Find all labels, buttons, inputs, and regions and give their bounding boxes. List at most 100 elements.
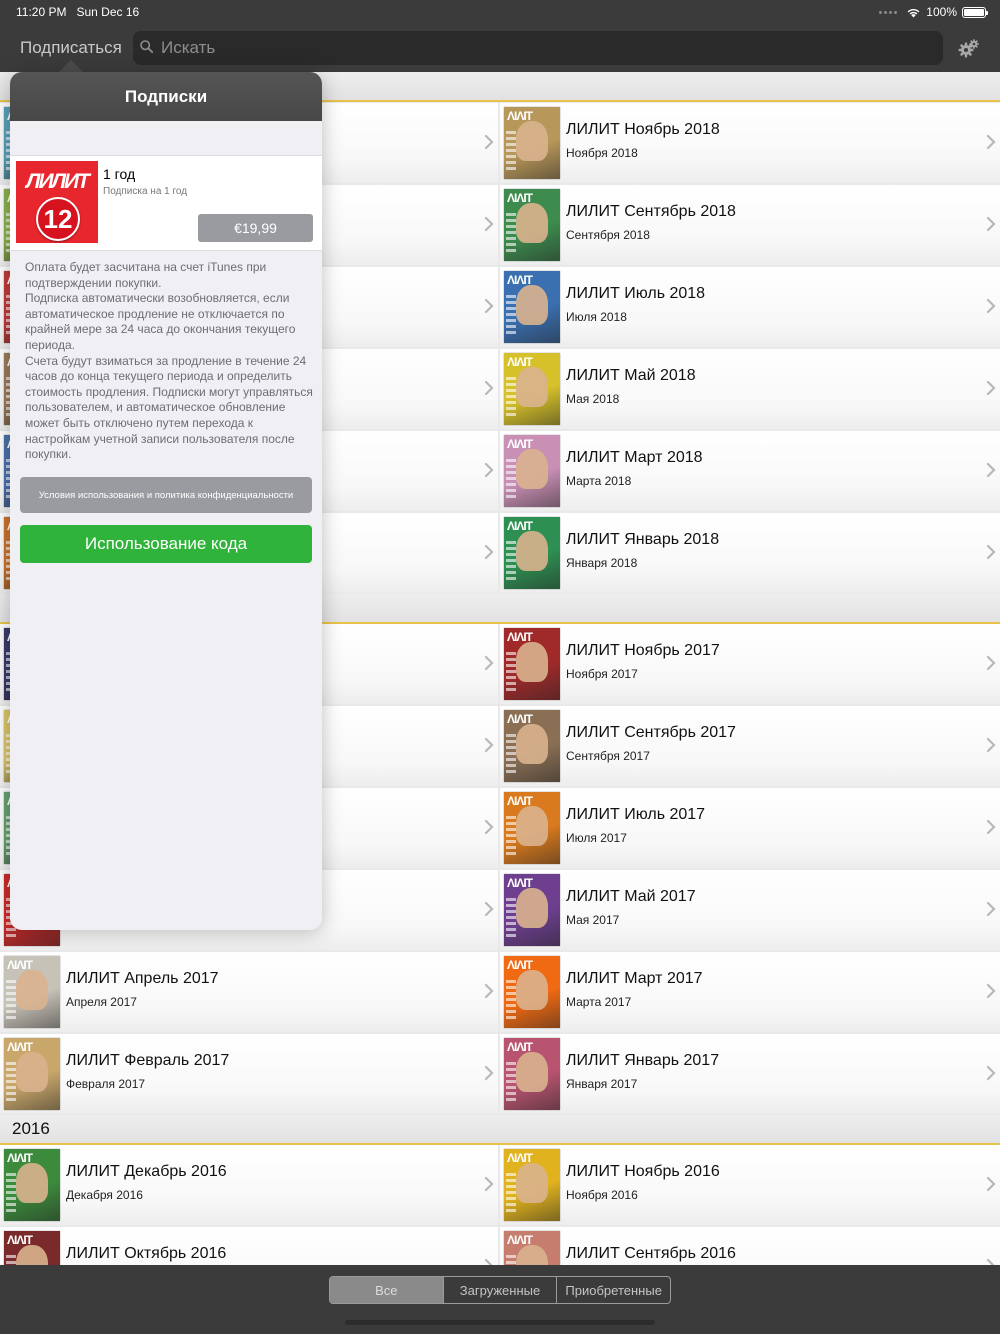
chevron-right-icon [986,380,996,396]
issue-subtitle: Мая 2018 [566,392,620,406]
issue-row[interactable]: ΛΙΛΙΤ ЛИЛИТ Январь 2017 Января 2017 [500,1034,1000,1114]
chevron-right-icon [484,819,494,835]
product-logo: ЛИЛИТ 12 [16,161,98,243]
issue-row[interactable]: ΛΙΛΙΤ ЛИЛИТ Сентябрь 2018 Сентября 2018 [500,185,1000,265]
chevron-right-icon [986,1258,995,1265]
issue-subtitle: Ноября 2018 [566,146,638,160]
issue-title: ЛИЛИТ Январь 2018 [566,531,720,548]
magazine-cover: ΛΙΛΙΤ [504,1038,560,1110]
battery-percent: 100% [926,5,957,19]
issue-row[interactable]: ΛΙΛΙΤ ЛИЛИТ Ноябрь 2018 Ноября 2018 [500,103,1000,183]
filter-tab[interactable]: Загруженные [442,1277,557,1303]
issue-subtitle: Сентября 2018 [566,228,650,242]
search-bar[interactable] [133,31,943,65]
issue-subtitle: Января 2017 [566,1077,638,1091]
magazine-cover: ΛΙΛΙΤ [504,271,560,343]
cellular-signal-icon [879,10,898,14]
bottom-toolbar: Все Загруженные Приобретенные [0,1265,1000,1334]
issue-subtitle: Июля 2018 [566,310,627,324]
issue-subtitle: Марта 2018 [566,474,632,488]
filter-tab[interactable]: Приобретенные [556,1277,670,1303]
filter-tab[interactable]: Все [330,1277,443,1303]
search-input[interactable] [161,31,931,65]
issue-row[interactable]: ΛΙΛΙΤ ЛИЛИТ Февраль 2017 Февраля 2017 [0,1034,498,1114]
magazine-cover: ΛΙΛΙΤ [504,189,560,261]
issue-title: ЛИЛИТ Январь 2017 [566,1052,720,1069]
magazine-cover: ΛΙΛΙΤ [4,1038,60,1110]
app: 11:20 PM Sun Dec 16 100% Подписаться Иск… [0,0,1000,1334]
chevron-right-icon [484,1065,494,1081]
issue-title: ЛИЛИТ Сентябрь 2017 [566,724,736,741]
magazine-cover: ΛΙΛΙΤ [504,792,560,864]
issue-row[interactable]: ΛΙΛΙΤ ЛИЛИТ Апрель 2017 Апреля 2017 [0,952,498,1032]
issue-title: ЛИЛИТ Июль 2018 [566,285,706,302]
issue-title: ЛИЛИТ Февраль 2017 [66,1052,230,1069]
issue-title: ЛИЛИТ Май 2018 [566,367,696,384]
issue-subtitle: Марта 2017 [566,995,632,1009]
issue-row[interactable]: ΛΙΛΙΤ ЛИЛИТ Ноябрь 2016 Ноября 2016 [500,1145,1000,1225]
issue-row[interactable]: ΛΙΛΙΤ ЛИЛИТ Декабрь 2016 Декабря 2016 [0,1145,498,1225]
issue-title: ЛИЛИТ Сентябрь 2018 [566,203,736,220]
issue-row[interactable]: ΛΙΛΙΤ ЛИЛИТ Сентябрь 2017 Сентября 2017 [500,706,1000,786]
issue-row[interactable]: ΛΙΛΙΤ ЛИЛИТ Сентябрь 2016 [500,1227,1000,1265]
magazine-cover: ΛΙΛΙΤ [504,517,560,589]
issue-row[interactable]: ΛΙΛΙΤ ЛИЛИТ Май 2018 Мая 2018 [500,349,1000,429]
price-button[interactable]: €19,99 [198,214,313,242]
status-date: Sun Dec 16 [76,5,140,19]
issue-subtitle: Сентября 2017 [566,749,650,763]
gears-icon[interactable] [958,38,980,60]
subscription-terms-text: Оплата будет засчитана на счет iTunes пр… [25,260,313,462]
issue-row[interactable]: ΛΙΛΙΤ ЛИЛИТ Июль 2017 Июля 2017 [500,788,1000,868]
magazine-cover: ΛΙΛΙΤ [504,107,560,179]
issue-title: ЛИЛИТ Декабрь 2016 [66,1163,227,1180]
issue-title: ЛИЛИТ Ноябрь 2016 [566,1163,720,1180]
chevron-right-icon [484,655,494,671]
chevron-right-icon [986,544,996,560]
magazine-cover: ΛΙΛΙΤ [4,1149,60,1221]
subscription-product-row[interactable]: ЛИЛИТ 12 1 год Подписка на 1 год €19,99 [10,155,322,251]
chevron-right-icon [484,737,494,753]
popover-header: Подписки [10,72,322,121]
chevron-right-icon [484,901,494,917]
redeem-code-button[interactable]: Использование кода [20,525,312,563]
issue-row[interactable]: ΛΙΛΙΤ ЛИЛИТ Март 2018 Марта 2018 [500,431,1000,511]
status-time: 11:20 PM [16,5,67,19]
chevron-right-icon [986,134,996,150]
issue-title: ЛИЛИТ Март 2018 [566,449,703,466]
issue-row[interactable]: ΛΙΛΙΤ ЛИЛИТ Март 2017 Марта 2017 [500,952,1000,1032]
issue-title: ЛИЛИТ Ноябрь 2017 [566,642,720,659]
filter-segmented-control[interactable]: Все Загруженные Приобретенные [329,1276,671,1304]
chevron-right-icon [484,1258,493,1265]
chevron-right-icon [484,983,494,999]
terms-privacy-button[interactable]: Условия использования и политика конфиде… [20,477,312,513]
issue-title: ЛИЛИТ Октябрь 2016 [66,1245,227,1262]
chevron-right-icon [484,298,494,314]
issue-title: ЛИЛИТ Май 2017 [566,888,696,905]
chevron-right-icon [986,737,996,753]
chevron-right-icon [986,1065,996,1081]
magazine-cover: ΛΙΛΙΤ [504,353,560,425]
issue-subtitle: Января 2018 [566,556,638,570]
status-bar: 11:20 PM Sun Dec 16 100% [0,0,1000,24]
chevron-right-icon [986,983,996,999]
issue-subtitle: Ноября 2017 [566,667,638,681]
issue-row[interactable]: ΛΙΛΙΤ ЛИЛИТ Ноябрь 2017 Ноября 2017 [500,624,1000,704]
issue-title: ЛИЛИТ Сентябрь 2016 [566,1245,736,1262]
chevron-right-icon [986,462,996,478]
issue-row[interactable]: ΛΙΛΙΤ ЛИЛИТ Январь 2018 Января 2018 [500,513,1000,593]
magazine-cover: ΛΙΛΙΤ [504,435,560,507]
subscribe-button[interactable]: Подписаться [20,38,122,58]
product-description: Подписка на 1 год [103,186,188,197]
chevron-right-icon [484,216,494,232]
issue-row[interactable]: ΛΙΛΙΤ ЛИЛИТ Июль 2018 Июля 2018 [500,267,1000,347]
issue-title: ЛИЛИТ Март 2017 [566,970,703,987]
product-name: 1 год [103,166,136,182]
chevron-right-icon [484,134,494,150]
chevron-right-icon [986,819,996,835]
chevron-right-icon [986,901,996,917]
issue-row[interactable]: ΛΙΛΙΤ ЛИЛИТ Октябрь 2016 [0,1227,498,1265]
magazine-cover: ΛΙΛΙΤ [4,956,60,1028]
magazine-cover: ΛΙΛΙΤ [504,710,560,782]
subscriptions-popover: Подписки ЛИЛИТ 12 1 год Подписка на 1 го… [10,72,322,930]
issue-row[interactable]: ΛΙΛΙΤ ЛИЛИТ Май 2017 Мая 2017 [500,870,1000,950]
